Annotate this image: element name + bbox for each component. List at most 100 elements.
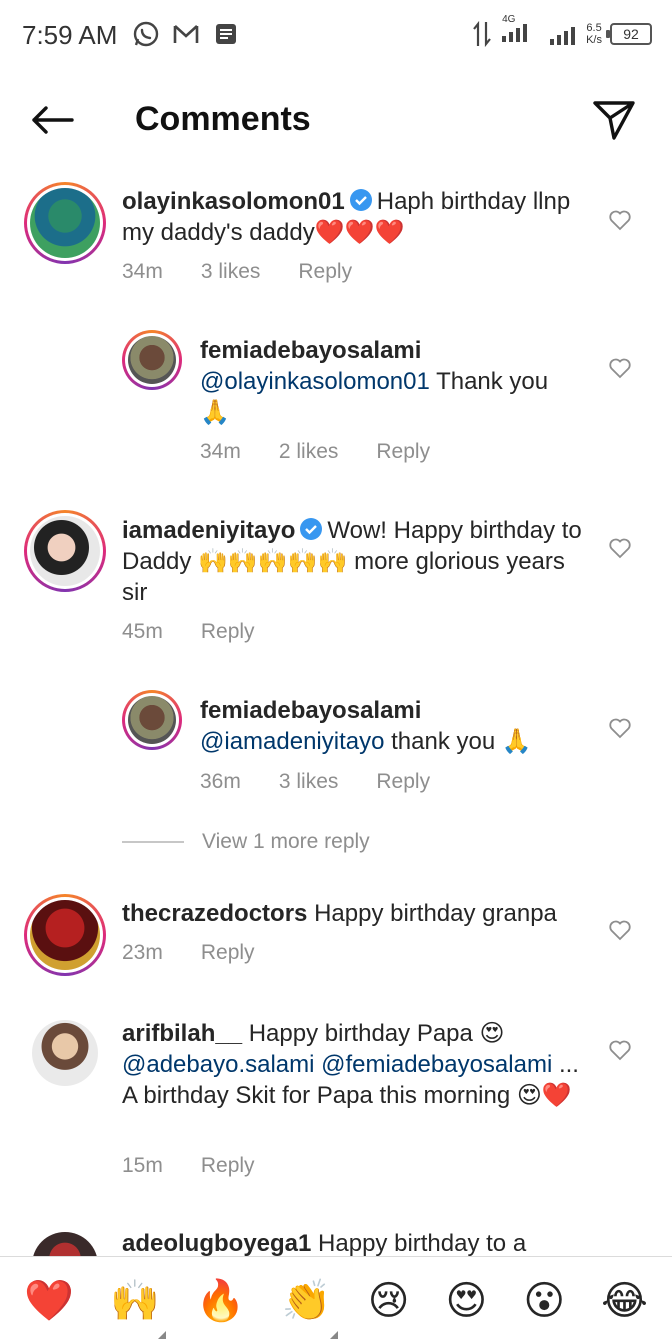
emoji-glyph: 🙌 — [109, 1277, 160, 1324]
username[interactable]: olayinkasolomon01 — [122, 188, 345, 215]
network-type: 4G — [502, 14, 516, 25]
like-count[interactable]: 3 likes — [279, 770, 339, 794]
emoji-raised-hands-button[interactable]: 🙌 — [109, 1277, 166, 1339]
comment-text: Happy birthday to a — [318, 1230, 527, 1257]
avatar[interactable] — [32, 1020, 98, 1086]
reply-button[interactable]: Reply — [298, 260, 352, 284]
comment-time: 45m — [122, 620, 163, 643]
speed-unit: K/s — [586, 33, 602, 46]
username[interactable]: femiadebayosalami — [200, 337, 421, 364]
like-heart-icon[interactable] — [608, 208, 632, 232]
like-heart-icon[interactable] — [608, 536, 632, 560]
emoji-heart-eyes-button[interactable]: 😍 — [446, 1277, 488, 1325]
mention-link[interactable]: @olayinkasolomon01 — [200, 368, 430, 395]
avatar[interactable] — [122, 330, 182, 390]
comment-time: 15m — [122, 1154, 163, 1177]
comment-body: iamadeniyitayo Wow! Happy birthday to Dad… — [122, 515, 582, 608]
comment-time: 34m — [200, 440, 241, 463]
avatar[interactable] — [122, 690, 182, 750]
like-heart-icon[interactable] — [608, 356, 632, 380]
comment-time: 23m — [122, 941, 163, 964]
variant-indicator — [157, 1330, 166, 1339]
comment-emoji: 🙌🙌🙌🙌🙌 — [198, 548, 348, 575]
reply-button[interactable]: Reply — [201, 941, 255, 965]
avatar[interactable] — [24, 182, 106, 264]
reply-button[interactable]: Reply — [201, 620, 255, 644]
emoji-surprised-button[interactable]: 😮 — [523, 1277, 565, 1325]
network-speed: 6.5 K/s — [586, 22, 602, 46]
comment-emoji: 🙏 — [200, 399, 230, 426]
page-title: Comments — [135, 100, 311, 138]
mention-link-2[interactable]: @femiadebayosalami — [321, 1051, 552, 1078]
speed-value: 6.5 — [586, 21, 602, 34]
comment-meta: 34m 2 likes Reply — [200, 440, 430, 464]
status-bar: 7:59 AM 4G 6.5 K/s 92 — [0, 0, 672, 68]
reply-button[interactable]: Reply — [376, 440, 430, 464]
comment-5-partial: adeolugboyega1 Happy birthday to a — [0, 1228, 672, 1258]
comment-emoji: ❤️❤️❤️ — [314, 219, 405, 246]
emoji-clap-button[interactable]: 👏 — [281, 1277, 338, 1339]
comment-text: Happy birthday Papa — [248, 1020, 473, 1047]
reply-button[interactable]: Reply — [376, 770, 430, 794]
comment-meta: 36m 3 likes Reply — [200, 770, 430, 794]
verified-badge-icon — [300, 518, 323, 540]
username[interactable]: arifbilah__ — [122, 1020, 242, 1047]
comment-body: femiadebayosalami @olayinkasolomon01 Tha… — [200, 335, 600, 428]
comment-body: olayinkasolomon01 Haph birthday llnp my d… — [122, 186, 582, 248]
comment-time: 36m — [200, 770, 241, 793]
battery-indicator: 92 — [606, 22, 652, 45]
comment-text: Happy birthday granpa — [314, 900, 557, 927]
username[interactable]: femiadebayosalami — [200, 697, 421, 724]
emoji-heart-button[interactable]: ❤️ — [24, 1277, 74, 1325]
status-time: 7:59 AM — [22, 20, 118, 50]
back-arrow-icon[interactable] — [28, 102, 76, 138]
data-transfer-icon — [473, 20, 491, 47]
like-count[interactable]: 2 likes — [279, 440, 339, 464]
comment-body: thecrazedoctors Happy birthday granpa — [122, 898, 592, 929]
variant-indicator — [329, 1330, 338, 1339]
emoji-laughing-button[interactable]: 😂 — [601, 1277, 648, 1325]
username[interactable]: adeolugboyega1 — [122, 1230, 311, 1257]
comment-meta: 45m Reply — [122, 620, 255, 644]
header: Comments — [0, 80, 672, 160]
comment-meta: 15m Reply — [122, 1154, 255, 1178]
comment-text: Thank you — [429, 368, 549, 395]
comment-text: thank you — [384, 728, 496, 755]
comment-emoji: 🙏 — [501, 728, 532, 755]
message-icon — [216, 24, 236, 44]
emoji-fire-button[interactable]: 🔥 — [196, 1277, 246, 1325]
username[interactable]: thecrazedoctors — [122, 900, 307, 927]
comment-body: adeolugboyega1 Happy birthday to a — [122, 1228, 592, 1258]
signal-icon-2 — [550, 26, 576, 45]
like-count[interactable]: 3 likes — [201, 260, 261, 284]
like-heart-icon[interactable] — [608, 716, 632, 740]
avatar[interactable] — [24, 894, 106, 976]
divider-line — [122, 841, 184, 843]
avatar[interactable] — [24, 510, 106, 592]
emoji-quick-bar: ❤️ 🙌 🔥 👏 😢 😍 😮 😂 — [0, 1256, 672, 1344]
comment-meta: 34m 3 likes Reply — [122, 260, 352, 284]
username[interactable]: iamadeniyitayo — [122, 517, 295, 544]
whatsapp-icon — [133, 21, 159, 47]
comment-meta: 23m Reply — [122, 941, 255, 965]
view-more-label[interactable]: View 1 more reply — [202, 830, 370, 854]
view-more-replies[interactable]: View 1 more reply — [122, 830, 370, 854]
emoji-glyph: 👏 — [281, 1277, 332, 1324]
notification-icons — [132, 20, 240, 48]
emoji-crying-button[interactable]: 😢 — [368, 1277, 410, 1325]
comment-body: femiadebayosalami @iamadeniyitayo thank … — [200, 695, 600, 757]
mention-link[interactable]: @iamadeniyitayo — [200, 728, 384, 755]
reply-button[interactable]: Reply — [201, 1154, 255, 1178]
status-right: 4G 6.5 K/s 92 — [472, 14, 652, 49]
like-heart-icon[interactable] — [608, 1038, 632, 1062]
like-heart-icon[interactable] — [608, 918, 632, 942]
gmail-icon — [173, 25, 199, 43]
comment-emoji: 😍 — [479, 1020, 505, 1047]
mention-link-1[interactable]: @adebayo.salami — [122, 1051, 314, 1078]
verified-badge-icon — [349, 189, 372, 211]
comment-time: 34m — [122, 260, 163, 283]
signal-4g: 4G — [500, 14, 540, 49]
comment-emoji-2: 😍❤️ — [516, 1082, 572, 1109]
avatar[interactable] — [32, 1232, 98, 1258]
send-icon[interactable] — [592, 98, 636, 142]
